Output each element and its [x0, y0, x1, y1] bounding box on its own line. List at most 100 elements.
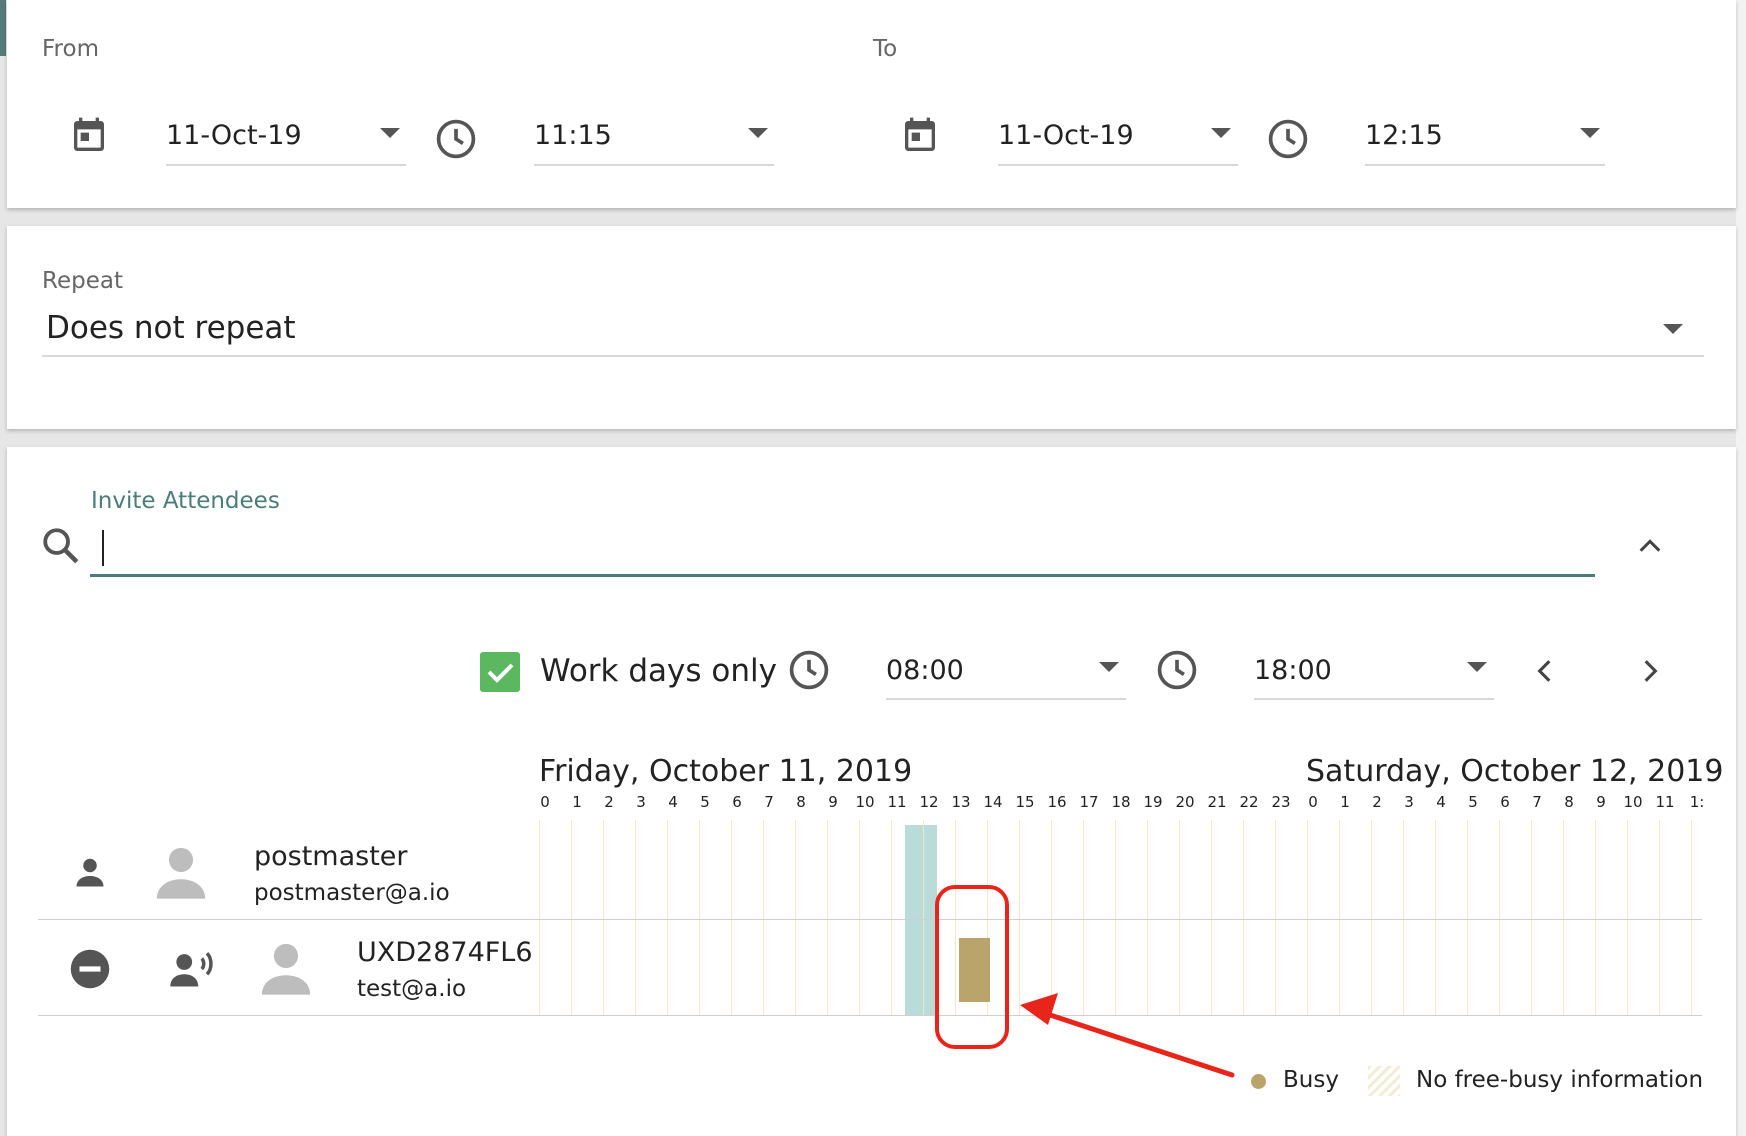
- attendee-email: postmaster@a.io: [254, 880, 450, 906]
- hour-tick-label: 6: [732, 793, 742, 811]
- clock-icon[interactable]: [1155, 648, 1199, 692]
- chevron-down-icon[interactable]: [380, 128, 400, 138]
- hour-tick-label: 7: [764, 793, 774, 811]
- avatar-icon: [261, 943, 311, 995]
- attendee-name: postmaster: [254, 841, 408, 872]
- annotation-highlight: [935, 885, 1235, 1078]
- hour-gridline: [1595, 820, 1596, 1016]
- hour-gridline: [667, 820, 668, 1016]
- clock-icon[interactable]: [787, 648, 831, 692]
- hour-tick-label: 0: [540, 793, 550, 811]
- clock-icon[interactable]: [434, 117, 478, 161]
- hour-tick-label: 17: [1079, 793, 1099, 811]
- to-time-value[interactable]: 12:15: [1365, 120, 1443, 151]
- calendar-icon[interactable]: [900, 115, 940, 157]
- work-end-time[interactable]: 18:00: [1254, 655, 1332, 686]
- chevron-left-icon[interactable]: [1532, 656, 1558, 686]
- from-date-value[interactable]: 11-Oct-19: [166, 120, 302, 151]
- remove-circle-icon[interactable]: [69, 948, 111, 990]
- hour-tick-label: 9: [828, 793, 838, 811]
- chevron-down-icon[interactable]: [1099, 662, 1119, 672]
- no-info-legend-label: No free-busy information: [1416, 1067, 1704, 1093]
- hour-gridline: [1531, 820, 1532, 1016]
- hour-tick-label: 10: [855, 793, 875, 811]
- hour-gridline: [1435, 820, 1436, 1016]
- repeat-select-value[interactable]: Does not repeat: [46, 310, 296, 346]
- background-strip: [1736, 0, 1746, 1136]
- hour-gridline: [1371, 820, 1372, 1016]
- calendar-icon[interactable]: [69, 115, 109, 157]
- hour-tick-label: 12: [919, 793, 939, 811]
- work-end-underline: [1254, 698, 1494, 700]
- busy-legend-label: Busy: [1283, 1067, 1339, 1093]
- work-days-label: Work days only: [540, 653, 777, 689]
- hour-gridline: [891, 820, 892, 1016]
- chevron-down-icon[interactable]: [1580, 128, 1600, 138]
- chevron-down-icon[interactable]: [1467, 662, 1487, 672]
- to-date-underline: [998, 164, 1238, 166]
- hour-tick-label: 11: [887, 793, 907, 811]
- hour-gridline: [571, 820, 572, 1016]
- hour-gridline: [1467, 820, 1468, 1016]
- hour-gridline: [859, 820, 860, 1016]
- hour-gridline: [1691, 820, 1692, 1016]
- chevron-down-icon[interactable]: [1211, 128, 1231, 138]
- hour-gridline: [1403, 820, 1404, 1016]
- hour-gridline: [1275, 820, 1276, 1016]
- hour-tick-label: 23: [1271, 793, 1291, 811]
- background-edge: [0, 0, 6, 56]
- hour-gridline: [1243, 820, 1244, 1016]
- hour-tick-label: 9: [1596, 793, 1606, 811]
- speaker-person-icon: [170, 952, 213, 987]
- hour-tick-label: 16: [1047, 793, 1067, 811]
- chevron-down-icon[interactable]: [1663, 324, 1683, 334]
- work-start-underline: [886, 698, 1126, 700]
- hour-gridline: [731, 820, 732, 1016]
- hour-gridline: [1339, 820, 1340, 1016]
- invite-attendees-input[interactable]: [90, 522, 1594, 576]
- hour-tick-label: 3: [636, 793, 646, 811]
- hour-tick-label: 13: [951, 793, 971, 811]
- hour-gridline: [635, 820, 636, 1016]
- chevron-down-icon[interactable]: [748, 128, 768, 138]
- chevron-up-icon[interactable]: [1636, 532, 1664, 560]
- hour-tick-label: 1: [572, 793, 582, 811]
- to-time-underline: [1365, 164, 1605, 166]
- hour-gridline: [827, 820, 828, 1016]
- hour-tick-label: 14: [983, 793, 1003, 811]
- from-date-underline: [166, 164, 406, 166]
- hour-tick-label: 22: [1239, 793, 1259, 811]
- hour-tick-label: 2: [1372, 793, 1382, 811]
- hour-gridline: [1499, 820, 1500, 1016]
- from-label: From: [42, 36, 99, 62]
- work-start-time[interactable]: 08:00: [886, 655, 964, 686]
- hour-gridline: [1307, 820, 1308, 1016]
- hour-tick-label: 18: [1111, 793, 1131, 811]
- hour-tick-label: 8: [1564, 793, 1574, 811]
- hour-gridline: [763, 820, 764, 1016]
- busy-legend-dot: [1251, 1074, 1266, 1089]
- from-time-value[interactable]: 11:15: [534, 120, 612, 151]
- hour-tick-label: 6: [1500, 793, 1510, 811]
- attendee-email: test@a.io: [357, 976, 467, 1002]
- hour-tick-label: 5: [1468, 793, 1478, 811]
- hour-tick-label: 7: [1532, 793, 1542, 811]
- avatar-icon: [156, 847, 206, 899]
- day2-header: Saturday, October 12, 2019: [1306, 754, 1724, 789]
- hour-tick-label: 0: [1308, 793, 1318, 811]
- to-label: To: [873, 36, 898, 62]
- date-time-card: From To 11-Oct-19 11:15 11-Oct-19 12:15: [7, 0, 1736, 208]
- hour-tick-label: 2: [604, 793, 614, 811]
- repeat-card: Repeat Does not repeat: [7, 226, 1736, 429]
- hour-tick-label: 1:: [1689, 793, 1705, 811]
- hour-tick-label: 8: [796, 793, 806, 811]
- hour-tick-label: 3: [1404, 793, 1414, 811]
- day1-header: Friday, October 11, 2019: [539, 754, 913, 789]
- clock-icon[interactable]: [1266, 117, 1310, 161]
- work-days-checkbox[interactable]: [480, 652, 520, 692]
- from-time-underline: [534, 164, 774, 166]
- to-date-value[interactable]: 11-Oct-19: [998, 120, 1134, 151]
- check-icon: [487, 663, 514, 683]
- hour-gridline: [1563, 820, 1564, 1016]
- chevron-right-icon[interactable]: [1637, 656, 1663, 686]
